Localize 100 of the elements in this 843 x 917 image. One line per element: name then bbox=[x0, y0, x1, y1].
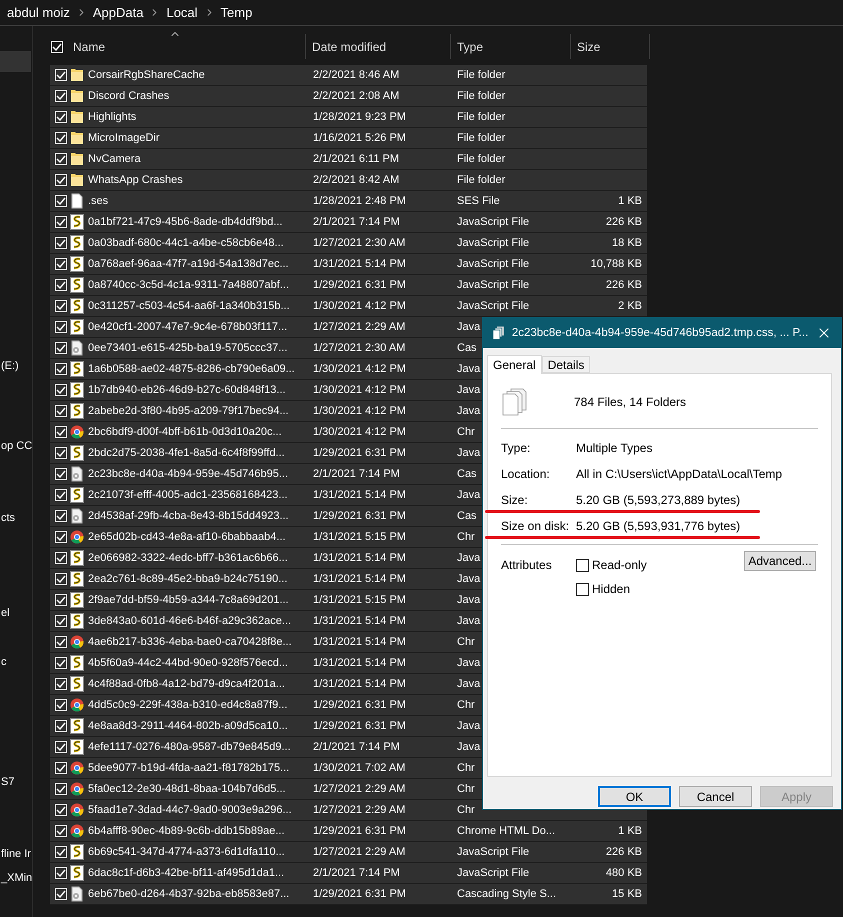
sidebar-item[interactable]: el bbox=[0, 604, 10, 622]
file-type: Java bbox=[457, 447, 480, 459]
dialog-button[interactable]: OK bbox=[598, 786, 671, 807]
checkbox[interactable] bbox=[576, 558, 589, 572]
dialog-button[interactable]: Cancel bbox=[679, 786, 752, 807]
file-row[interactable]: CorsairRgbShareCache 2/2/2021 8:46 AM File folder bbox=[50, 65, 647, 86]
sidebar-item[interactable]: S7 bbox=[0, 773, 14, 791]
column-header[interactable]: Type bbox=[451, 34, 571, 59]
date-modified: 1/27/2021 2:30 AM bbox=[313, 237, 406, 249]
row-checkbox[interactable] bbox=[55, 489, 67, 501]
checkbox[interactable] bbox=[576, 582, 589, 596]
row-checkbox[interactable] bbox=[55, 699, 67, 711]
row-checkbox[interactable] bbox=[55, 237, 67, 249]
file-name: WhatsApp Crashes bbox=[88, 174, 184, 186]
breadcrumb-item[interactable]: AppData bbox=[92, 5, 144, 20]
script-icon bbox=[70, 256, 84, 272]
row-checkbox[interactable] bbox=[55, 552, 67, 564]
file-row[interactable]: Highlights 1/28/2021 9:23 PM File folder bbox=[50, 107, 647, 128]
sidebar-item[interactable]: cts bbox=[0, 509, 16, 527]
row-checkbox[interactable] bbox=[55, 153, 67, 165]
row-checkbox[interactable] bbox=[55, 321, 67, 333]
file-name: 2bdc2d75-2038-4fe1-8a5d-6c4f8f99ffd... bbox=[88, 447, 286, 459]
row-checkbox[interactable] bbox=[55, 258, 67, 270]
row-checkbox[interactable] bbox=[55, 342, 67, 354]
row-checkbox[interactable] bbox=[55, 762, 67, 774]
file-row[interactable]: 0a768aef-96aa-47f7-a19d-54a138d7ec... 1/31/2021 5:14 PM JavaScript File 10,788 KB bbox=[50, 254, 647, 275]
row-checkbox[interactable] bbox=[55, 363, 67, 375]
file-type: SES File bbox=[457, 195, 500, 207]
file-row[interactable]: 0a8740cc-3c5d-4c1a-9311-7a48807abf... 1/29/2021 6:31 PM JavaScript File 226 KB bbox=[50, 275, 647, 296]
row-checkbox[interactable] bbox=[55, 195, 67, 207]
date-modified: 1/27/2021 2:30 AM bbox=[313, 342, 406, 354]
sidebar-item[interactable]: op CC bbox=[0, 437, 32, 455]
file-row[interactable]: 6eb67be0-d264-4b37-92ba-eb8583e87... 1/29/2021 6:31 PM Cascading Style S... 15 KB bbox=[50, 884, 647, 905]
row-checkbox[interactable] bbox=[55, 846, 67, 858]
row-checkbox[interactable] bbox=[55, 447, 67, 459]
row-checkbox[interactable] bbox=[55, 825, 67, 837]
date-modified: 1/29/2021 6:31 PM bbox=[313, 888, 407, 900]
breadcrumb-item[interactable]: Local bbox=[166, 5, 198, 20]
file-name: 6dac8c1f-d6b3-42be-bf11-af495d1da1... bbox=[88, 867, 286, 879]
row-checkbox[interactable] bbox=[55, 468, 67, 480]
attributes-label: Attributes bbox=[501, 558, 553, 572]
row-checkbox[interactable] bbox=[55, 867, 67, 879]
row-checkbox[interactable] bbox=[55, 216, 67, 228]
file-name: 4b5f60a9-44c2-44bd-90e0-928f576ecd... bbox=[88, 657, 289, 669]
row-checkbox[interactable] bbox=[55, 573, 67, 585]
row-checkbox[interactable] bbox=[55, 405, 67, 417]
date-modified: 1/29/2021 6:31 PM bbox=[313, 447, 407, 459]
file-row[interactable]: .ses 1/28/2021 2:48 PM SES File 1 KB bbox=[50, 191, 647, 212]
file-row[interactable]: 6b4afff8-90ec-4b89-9c6b-ddb15b89ae... 1/29/2021 6:31 PM Chrome HTML Do... 1 KB bbox=[50, 821, 647, 842]
advanced-button[interactable]: Advanced... bbox=[744, 551, 816, 571]
row-checkbox[interactable] bbox=[55, 279, 67, 291]
file-row[interactable]: Discord Crashes 2/2/2021 2:08 AM File folder bbox=[50, 86, 647, 107]
row-checkbox[interactable] bbox=[55, 720, 67, 732]
row-checkbox[interactable] bbox=[55, 888, 67, 900]
sidebar-item[interactable]: (E:) bbox=[0, 357, 19, 375]
tab[interactable]: General bbox=[487, 355, 542, 374]
row-checkbox[interactable] bbox=[55, 90, 67, 102]
row-checkbox[interactable] bbox=[55, 594, 67, 606]
column-header[interactable]: Date modified bbox=[306, 34, 451, 59]
file-row[interactable]: 0a03badf-680c-44c1-a4be-c58cb6e48... 1/27/2021 2:30 AM JavaScript File 18 KB bbox=[50, 233, 647, 254]
file-row[interactable]: 0c311257-c503-4c54-aa6f-1a340b315b... 1/30/2021 4:12 PM JavaScript File 2 KB bbox=[50, 296, 647, 317]
sidebar-item[interactable]: c bbox=[0, 653, 6, 671]
row-checkbox[interactable] bbox=[55, 384, 67, 396]
file-type: Cas bbox=[457, 342, 477, 354]
row-checkbox[interactable] bbox=[55, 678, 67, 690]
column-header[interactable]: Size bbox=[571, 34, 650, 59]
row-checkbox[interactable] bbox=[55, 741, 67, 753]
sidebar-item[interactable]: _XMin bbox=[0, 869, 32, 887]
row-checkbox[interactable] bbox=[55, 132, 67, 144]
row-checkbox[interactable] bbox=[55, 636, 67, 648]
file-row[interactable]: 6b69c541-347d-4774-a373-6d1dfa110... 1/27/2021 2:29 AM JavaScript File 226 KB bbox=[50, 842, 647, 863]
row-checkbox[interactable] bbox=[55, 783, 67, 795]
breadcrumb-item[interactable]: Temp bbox=[220, 5, 252, 20]
file-row[interactable]: 0a1bf721-47c9-45b6-8ade-db4ddf9bd... 2/1/2021 7:14 PM JavaScript File 226 KB bbox=[50, 212, 647, 233]
row-checkbox[interactable] bbox=[55, 531, 67, 543]
date-modified: 1/31/2021 5:15 PM bbox=[313, 531, 407, 543]
row-checkbox[interactable] bbox=[55, 300, 67, 312]
attribute-checkbox[interactable]: Read-only bbox=[576, 558, 647, 572]
file-row[interactable]: NvCamera 2/1/2021 6:11 PM File folder bbox=[50, 149, 647, 170]
row-checkbox[interactable] bbox=[55, 510, 67, 522]
row-checkbox[interactable] bbox=[55, 804, 67, 816]
row-checkbox[interactable] bbox=[55, 69, 67, 81]
select-all-checkbox[interactable] bbox=[51, 40, 63, 52]
file-name: 5faad1e7-3dad-44c7-9ad0-9003e9a296... bbox=[88, 804, 293, 816]
file-row[interactable]: 6dac8c1f-d6b3-42be-bf11-af495d1da1... 2/1/2021 7:14 PM JavaScript File 480 KB bbox=[50, 863, 647, 884]
file-row[interactable]: WhatsApp Crashes 2/2/2021 8:42 AM File folder bbox=[50, 170, 647, 191]
column-header[interactable]: Name bbox=[49, 34, 306, 59]
file-size: 1 KB bbox=[617, 825, 642, 837]
row-checkbox[interactable] bbox=[55, 615, 67, 627]
file-row[interactable]: MicroImageDir 1/16/2021 5:26 PM File folder bbox=[50, 128, 647, 149]
sidebar-item[interactable]: fline Ir bbox=[0, 845, 31, 863]
file-type: Chr bbox=[457, 804, 475, 816]
row-checkbox[interactable] bbox=[55, 111, 67, 123]
date-modified: 2/2/2021 8:46 AM bbox=[313, 69, 400, 81]
row-checkbox[interactable] bbox=[55, 426, 67, 438]
tab[interactable]: Details bbox=[542, 356, 590, 373]
script-icon bbox=[70, 676, 84, 692]
row-checkbox[interactable] bbox=[55, 657, 67, 669]
row-checkbox[interactable] bbox=[55, 174, 67, 186]
breadcrumb-item[interactable]: abdul moiz bbox=[7, 5, 70, 20]
